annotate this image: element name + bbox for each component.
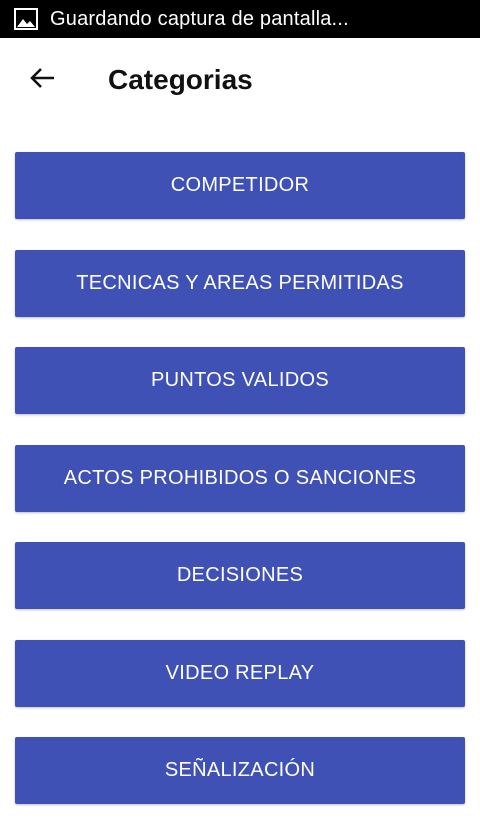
category-button-puntos-validos[interactable]: PUNTOS VALIDOS bbox=[15, 347, 465, 414]
category-button-senalizacion[interactable]: SEÑALIZACIÓN bbox=[15, 737, 465, 804]
page-title: Categorias bbox=[108, 64, 253, 95]
category-button-tecnicas-areas[interactable]: TECNICAS Y AREAS PERMITIDAS bbox=[15, 249, 465, 317]
category-button-video-replay[interactable]: VIDEO REPLAY bbox=[15, 639, 465, 707]
category-button-competidor[interactable]: COMPETIDOR bbox=[15, 152, 465, 219]
arrow-left-icon bbox=[29, 67, 55, 94]
category-button-actos-prohibidos[interactable]: ACTOS PROHIBIDOS O SANCIONES bbox=[15, 444, 465, 512]
category-list: COMPETIDOR TECNICAS Y AREAS PERMITIDAS P… bbox=[15, 152, 465, 835]
status-bar: Guardando captura de pantalla... bbox=[0, 0, 480, 38]
app-bar: Categorias bbox=[0, 38, 480, 124]
status-notification-text: Guardando captura de pantalla... bbox=[50, 7, 349, 30]
back-button[interactable] bbox=[22, 60, 62, 100]
category-button-decisiones[interactable]: DECISIONES bbox=[15, 542, 465, 609]
image-icon bbox=[14, 8, 38, 30]
